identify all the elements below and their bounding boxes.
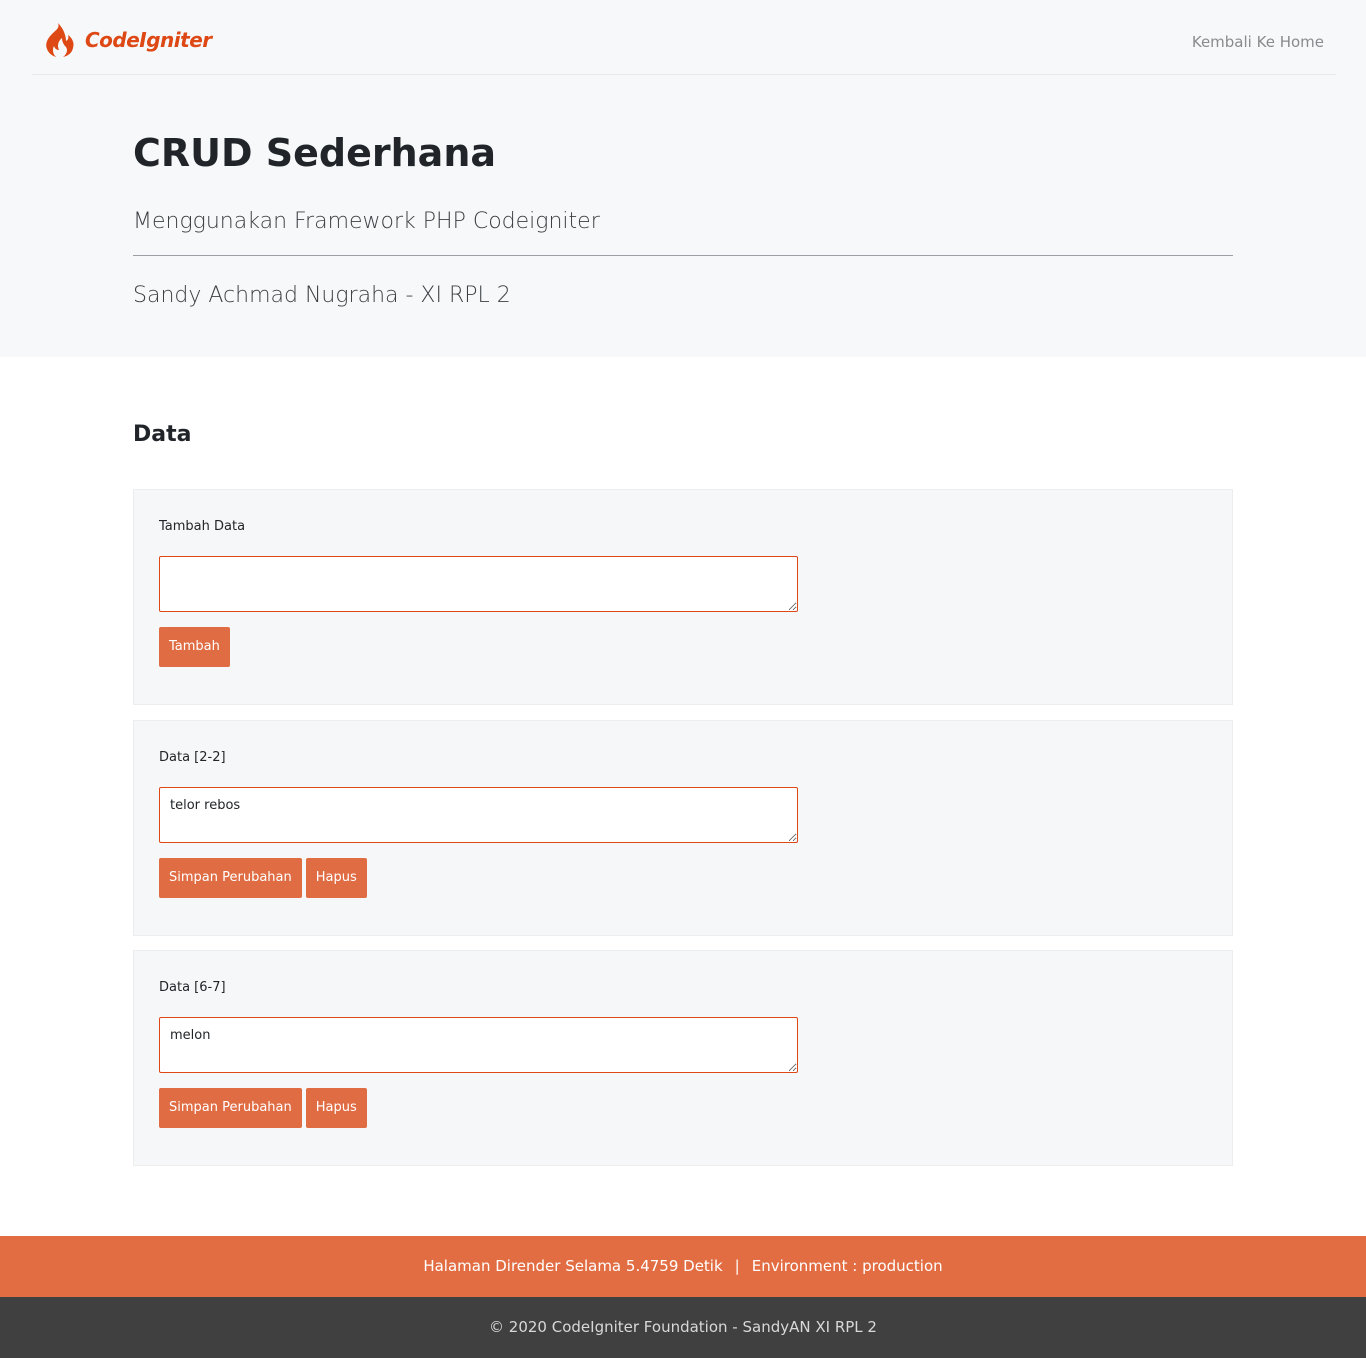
- delete-button[interactable]: Hapus: [305, 1088, 367, 1128]
- flame-icon: [46, 23, 74, 57]
- environment-text: Environment : production: [751, 1257, 943, 1275]
- record-card: Data [6-7] melon Simpan Perubahan Hapus: [133, 950, 1233, 1166]
- hero-divider: [133, 255, 1233, 256]
- delete-button[interactable]: Hapus: [305, 858, 367, 898]
- copyright-bar: © 2020 CodeIgniter Foundation - SandyAN …: [0, 1297, 1366, 1358]
- navbar: CodeIgniter Kembali Ke Home: [32, 0, 1336, 75]
- logo-link[interactable]: CodeIgniter: [44, 22, 212, 58]
- record-label: Data [6-7]: [159, 980, 226, 995]
- render-info-bar: Halaman Dirender Selama 5.4759 Detik | Env…: [0, 1236, 1366, 1297]
- record-textarea[interactable]: telor rebos: [159, 787, 798, 843]
- author-line: Sandy Achmad Nugraha - XI RPL 2: [133, 283, 511, 308]
- add-data-textarea[interactable]: [159, 556, 798, 612]
- section-title: Data: [133, 422, 192, 447]
- record-textarea[interactable]: melon: [159, 1017, 798, 1073]
- add-button[interactable]: Tambah: [159, 627, 230, 667]
- render-time-text: Halaman Dirender Selama 5.4759 Detik: [423, 1257, 723, 1275]
- footer-separator: |: [734, 1257, 740, 1275]
- record-actions: Simpan Perubahan Hapus: [159, 858, 367, 898]
- page-title: CRUD Sederhana: [133, 131, 497, 175]
- add-data-card: Tambah Data Tambah: [133, 489, 1233, 705]
- record-label: Data [2-2]: [159, 750, 226, 765]
- record-card: Data [2-2] telor rebos Simpan Perubahan …: [133, 720, 1233, 936]
- page-subtitle: Menggunakan Framework PHP Codeigniter: [133, 209, 600, 234]
- copyright-text: © 2020 CodeIgniter Foundation - SandyAN …: [489, 1318, 877, 1336]
- logo-text: CodeIgniter: [85, 28, 212, 52]
- record-actions: Simpan Perubahan Hapus: [159, 1088, 367, 1128]
- save-changes-button[interactable]: Simpan Perubahan: [159, 858, 302, 898]
- add-data-actions: Tambah: [159, 627, 230, 667]
- header-area: CodeIgniter Kembali Ke Home CRUD Sederha…: [0, 0, 1366, 357]
- add-data-label: Tambah Data: [159, 519, 246, 534]
- save-changes-button[interactable]: Simpan Perubahan: [159, 1088, 302, 1128]
- home-link[interactable]: Kembali Ke Home: [1192, 31, 1324, 53]
